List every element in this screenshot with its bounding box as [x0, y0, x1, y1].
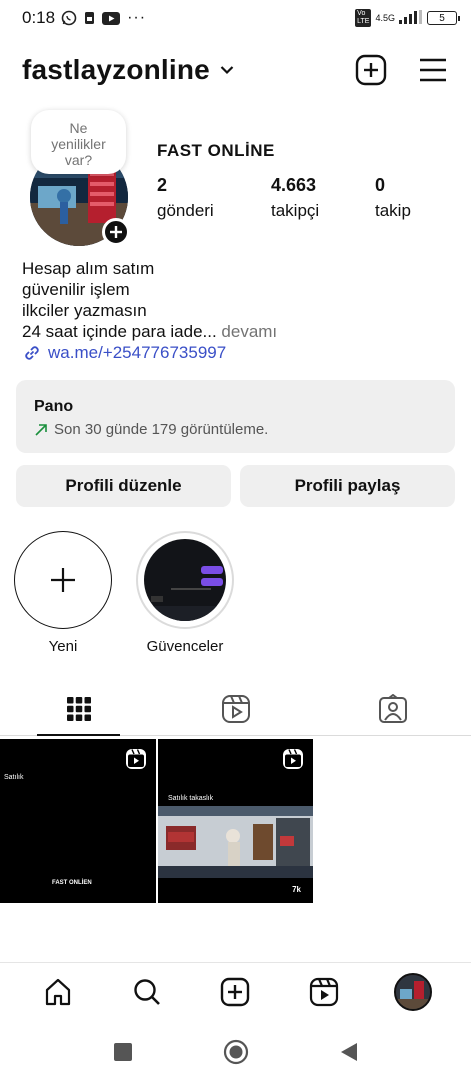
grid-icon — [66, 697, 91, 721]
home-icon — [46, 978, 71, 1005]
new-highlight-circle — [14, 531, 112, 629]
reels-icon — [309, 977, 339, 1006]
highlight-thumbnail — [144, 539, 226, 621]
nav-profile-button[interactable] — [393, 972, 433, 1012]
battery-level: 5 — [439, 12, 445, 24]
link-text: wa.me/+254776735997 — [48, 343, 227, 362]
tab-reels[interactable] — [157, 683, 314, 735]
bio-line: 24 saat içinde para iade... — [22, 322, 217, 341]
add-story-badge[interactable] — [102, 218, 130, 246]
square-icon — [113, 1043, 132, 1061]
post-thumbnail[interactable]: Satılık takaslık 7k — [158, 739, 313, 903]
bio-line: güvenilir işlem — [22, 280, 130, 299]
post-thumbnail[interactable]: Satılık FAST ONLİEN — [0, 739, 156, 903]
plus-square-icon — [355, 54, 387, 86]
username-title[interactable]: fastlayzonline — [22, 54, 210, 86]
nav-reels-button[interactable] — [304, 972, 344, 1012]
highlight-label: Güvenceler — [146, 638, 224, 655]
network-type: 4.5G — [375, 13, 395, 23]
note-bubble[interactable]: Ne yenilikler var? — [31, 110, 126, 174]
profile-header: fastlayzonline — [22, 48, 449, 92]
tab-grid[interactable] — [0, 683, 157, 736]
dashboard-title: Pano — [34, 398, 74, 415]
stat-label: takipçi — [271, 201, 320, 220]
plus-square-icon — [221, 977, 250, 1006]
sim-icon — [84, 11, 95, 25]
back-triangle-icon — [340, 1043, 357, 1061]
highlight-label: Yeni — [48, 638, 78, 655]
system-navigation — [0, 1024, 471, 1080]
profile-bio: Hesap alım satım güvenilir işlem ilkcile… — [22, 258, 277, 342]
trend-up-icon — [35, 423, 47, 436]
post-caption: Satılık — [4, 774, 24, 781]
hamburger-icon — [420, 58, 446, 82]
status-time: 0:18 — [22, 8, 56, 27]
chevron-down-icon[interactable] — [220, 62, 234, 80]
create-post-button[interactable] — [355, 54, 387, 86]
nav-search-button[interactable] — [127, 972, 167, 1012]
dashboard-subtitle: Son 30 günde 179 görüntüleme. — [54, 421, 269, 438]
link-icon — [25, 346, 39, 360]
profile-tabs — [0, 683, 471, 736]
reels-icon — [221, 695, 250, 723]
display-name: FAST ONLİNE — [157, 141, 275, 160]
plus-icon — [51, 568, 75, 592]
stat-label: takip — [375, 201, 411, 220]
professional-dashboard[interactable]: Pano Son 30 günde 179 görüntüleme. — [16, 380, 455, 453]
bio-more-link[interactable]: devamı — [217, 322, 277, 341]
signal-icon — [399, 10, 423, 26]
highlight-cover — [136, 531, 234, 629]
recent-apps-button[interactable] — [113, 1042, 133, 1062]
post-caption: Satılık takaslık — [168, 795, 214, 802]
reel-badge-icon — [125, 748, 147, 775]
reel-badge-icon — [282, 748, 304, 775]
nav-home-button[interactable] — [38, 972, 78, 1012]
edit-profile-button[interactable]: Profili düzenle — [16, 465, 231, 507]
more-dots-icon: ··· — [127, 9, 147, 26]
circle-home-icon — [223, 1039, 248, 1065]
stat-followers[interactable]: 4.663 takipçi — [271, 175, 319, 221]
stat-label: gönderi — [157, 201, 214, 220]
stat-value: 0 — [375, 175, 386, 195]
whatsapp-icon — [61, 10, 77, 26]
post-caption: FAST ONLİEN — [52, 880, 92, 886]
menu-button[interactable] — [417, 54, 449, 86]
stat-following[interactable]: 0 takip — [375, 175, 411, 221]
share-profile-button[interactable]: Profili paylaş — [240, 465, 455, 507]
bottom-navigation — [0, 962, 471, 1020]
post-views: 7k — [292, 885, 301, 894]
avatar — [393, 972, 432, 1011]
nav-create-button[interactable] — [215, 972, 255, 1012]
highlight-new[interactable]: Yeni — [14, 531, 112, 655]
bio-line: ilkciler yazmasın — [22, 301, 147, 320]
youtube-icon — [102, 11, 121, 25]
stat-value: 2 — [157, 175, 168, 195]
volte-icon: Vo LTE — [355, 9, 372, 27]
profile-link[interactable]: wa.me/+254776735997 — [22, 343, 226, 363]
status-bar: 0:18 ··· Vo LTE 4.5G 5 — [0, 0, 471, 36]
plus-icon — [110, 226, 122, 238]
home-system-button[interactable] — [223, 1039, 249, 1065]
tab-tagged[interactable] — [314, 683, 471, 735]
post-image — [158, 806, 313, 878]
tagged-person-icon — [378, 694, 407, 723]
note-text: Ne yenilikler var? — [51, 120, 106, 168]
search-icon — [134, 978, 160, 1005]
highlight-guvenceler[interactable]: Güvenceler — [136, 531, 234, 655]
stat-value: 4.663 — [271, 175, 317, 195]
back-button[interactable] — [339, 1041, 359, 1063]
battery-icon: 5 — [427, 11, 460, 25]
stat-posts[interactable]: 2 gönderi — [157, 175, 214, 221]
bio-line: Hesap alım satım — [22, 259, 155, 278]
